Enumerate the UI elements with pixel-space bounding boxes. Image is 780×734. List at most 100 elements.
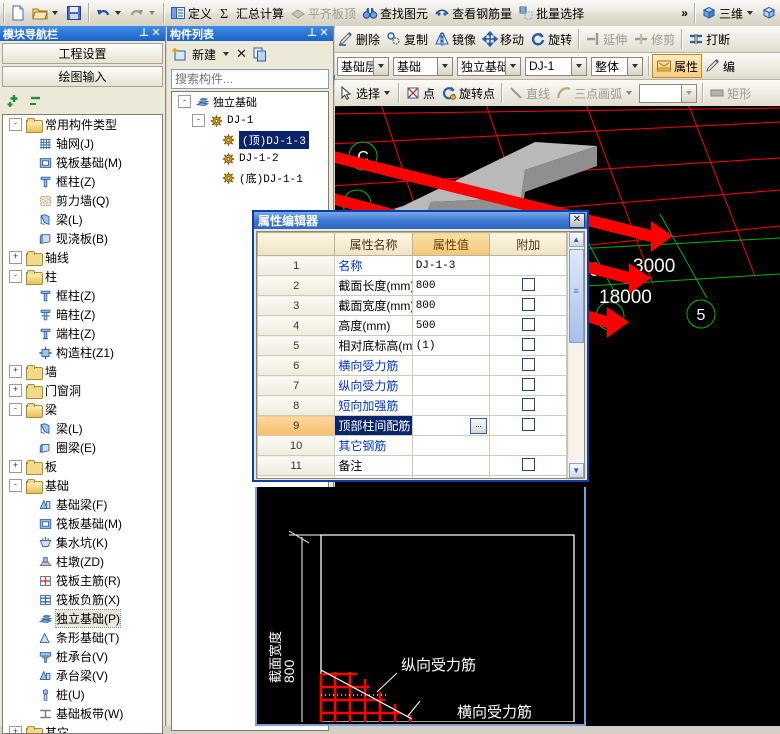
draw-tool-line[interactable]: 直线: [505, 82, 553, 104]
view-3d-alt-button[interactable]: [758, 2, 780, 24]
property-attach-cell[interactable]: [490, 376, 567, 396]
nav-tree-item-0[interactable]: -常用构件类型: [3, 115, 162, 134]
property-attach-cell[interactable]: [490, 356, 567, 376]
property-value-cell[interactable]: DJ-1-3: [412, 256, 489, 276]
chevron-down-icon[interactable]: [437, 58, 452, 75]
view-3d-caret[interactable]: [747, 11, 753, 15]
cmd-summary[interactable]: Σ 汇总计算: [215, 2, 287, 24]
attach-checkbox[interactable]: [522, 318, 535, 331]
attach-checkbox[interactable]: [522, 338, 535, 351]
nav-tree-item-27[interactable]: 条形基础(T): [3, 628, 162, 647]
selector-button-property[interactable]: 属性: [652, 54, 702, 78]
collapse-icon[interactable]: -: [178, 95, 191, 108]
edit-tool-rotate[interactable]: 旋转: [527, 28, 575, 50]
attach-checkbox[interactable]: [522, 418, 535, 431]
property-row[interactable]: 4高度(mm)500: [258, 316, 567, 336]
new-component-icon[interactable]: [171, 46, 187, 62]
property-attach-cell[interactable]: [490, 296, 567, 316]
nav-tree-item-23[interactable]: 柱墩(ZD): [3, 552, 162, 571]
attach-checkbox[interactable]: [522, 358, 535, 371]
nav-tree-item-16[interactable]: 梁(L): [3, 419, 162, 438]
close-icon[interactable]: ✕: [150, 28, 162, 40]
property-row[interactable]: 6横向受力筋: [258, 356, 567, 376]
nav-tree-item-6[interactable]: 现浇板(B): [3, 229, 162, 248]
property-row[interactable]: 8短向加强筋: [258, 396, 567, 416]
edit-tool-break[interactable]: 打断: [685, 28, 733, 50]
nav-tree-item-29[interactable]: 承台梁(V): [3, 666, 162, 685]
close-icon[interactable]: ✕: [318, 28, 330, 40]
nav-tree-item-32[interactable]: +其它: [3, 723, 162, 734]
property-attach-cell[interactable]: [490, 396, 567, 416]
property-editor-dialog[interactable]: 属性编辑器 ✕ 属性名称 属性值 附加 1名称DJ-1-32截面长度(mm)80…: [252, 210, 589, 482]
chevron-down-icon[interactable]: [571, 58, 586, 75]
pin-icon[interactable]: ⊥: [306, 28, 318, 40]
attach-checkbox[interactable]: [522, 398, 535, 411]
floor-combo[interactable]: 基础层: [337, 57, 389, 76]
collapse-icon[interactable]: -: [9, 118, 22, 131]
property-value-cell[interactable]: (1): [412, 336, 489, 356]
nav-tree-item-14[interactable]: +门窗洞: [3, 381, 162, 400]
nav-tree-item-26[interactable]: 独立基础(P): [3, 609, 162, 628]
property-value-cell[interactable]: [412, 436, 489, 456]
cmd-define[interactable]: 定义: [167, 2, 215, 24]
expand-icon[interactable]: +: [9, 384, 22, 397]
new-component-label[interactable]: 新建: [192, 46, 216, 63]
nav-tree-item-25[interactable]: 筏板负筋(X): [3, 590, 162, 609]
property-attach-cell[interactable]: [490, 436, 567, 456]
nav-tree-item-4[interactable]: 剪力墙(Q): [3, 191, 162, 210]
collapse-icon[interactable]: -: [192, 114, 205, 127]
chevron-down-icon[interactable]: [384, 91, 390, 95]
property-value-cell[interactable]: 800: [412, 296, 489, 316]
cmd-find-element[interactable]: 查找图元: [359, 2, 431, 24]
edit-tool-trim[interactable]: 修剪: [630, 28, 678, 50]
nav-tree-item-5[interactable]: 梁(L): [3, 210, 162, 229]
edit-tool-move[interactable]: 移动: [479, 28, 527, 50]
section-diagram-panel[interactable]: 800 截面宽度 纵向受力筋 横向受力筋: [255, 487, 586, 726]
property-value-cell[interactable]: 500: [412, 316, 489, 336]
toolbar-overflow-button[interactable]: »: [678, 2, 691, 24]
property-attach-cell[interactable]: [490, 316, 567, 336]
attach-checkbox[interactable]: [522, 278, 535, 291]
edit-tool-delete[interactable]: 删除: [335, 28, 383, 50]
nav-button-drawing-input[interactable]: 绘图输入: [2, 66, 163, 87]
property-value-cell[interactable]: [412, 456, 489, 476]
pin-icon[interactable]: ⊥: [138, 28, 150, 40]
attach-checkbox[interactable]: [522, 378, 535, 391]
component-tree-item-0[interactable]: -独立基础: [172, 92, 328, 111]
property-row[interactable]: 7纵向受力筋: [258, 376, 567, 396]
category-combo[interactable]: 基础: [393, 57, 453, 76]
chevron-down-icon[interactable]: [627, 58, 642, 75]
property-attach-cell[interactable]: [490, 276, 567, 296]
nav-tree-item-8[interactable]: -柱: [3, 267, 162, 286]
nav-tree-item-18[interactable]: +板: [3, 457, 162, 476]
nav-tree-item-22[interactable]: 集水坑(K): [3, 533, 162, 552]
component-tree-item-4[interactable]: (底)DJ-1-1: [172, 168, 328, 187]
property-grid[interactable]: 属性名称 属性值 附加 1名称DJ-1-32截面长度(mm)8003截面宽度(m…: [257, 232, 567, 479]
chevron-down-icon[interactable]: [626, 91, 632, 95]
add-module-icon[interactable]: [6, 93, 22, 109]
edit-tool-copy[interactable]: 复制: [383, 28, 431, 50]
nav-tree-item-21[interactable]: 筏板基础(M): [3, 514, 162, 533]
nav-tree-item-20[interactable]: 基础梁(F): [3, 495, 162, 514]
undo-button[interactable]: [92, 2, 126, 24]
copy-icon[interactable]: [252, 46, 268, 62]
module-tree[interactable]: -常用构件类型轴网(J)筏板基础(M)框柱(Z)剪力墙(Q)梁(L)现浇板(B)…: [2, 114, 163, 734]
delete-component-button[interactable]: ✕: [236, 46, 247, 62]
new-component-caret[interactable]: [223, 52, 229, 56]
component-combo[interactable]: DJ-1: [525, 57, 587, 76]
cmd-align-slab[interactable]: 平齐板顶: [287, 2, 359, 24]
draw-tool-rect[interactable]: 矩形: [706, 82, 754, 104]
scrollbar-track[interactable]: [569, 343, 584, 463]
collapse-icon[interactable]: -: [9, 403, 22, 416]
draw-tool-point[interactable]: 点: [402, 82, 438, 104]
attach-checkbox[interactable]: [522, 298, 535, 311]
nav-tree-item-2[interactable]: 筏板基础(M): [3, 153, 162, 172]
nav-button-project-settings[interactable]: 工程设置: [2, 43, 163, 64]
chevron-down-icon[interactable]: [505, 58, 520, 75]
scroll-up-icon[interactable]: ▲: [569, 232, 584, 247]
nav-tree-item-13[interactable]: +墙: [3, 362, 162, 381]
search-input[interactable]: [172, 70, 332, 88]
scrollbar-thumb[interactable]: [569, 249, 584, 343]
property-attach-cell[interactable]: [490, 476, 567, 480]
chevron-down-icon[interactable]: [373, 58, 388, 75]
